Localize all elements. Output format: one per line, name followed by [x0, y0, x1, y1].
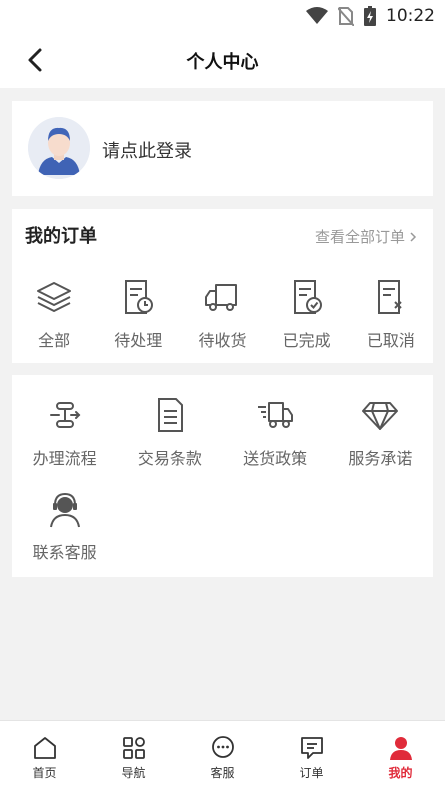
tab-label: 首页: [32, 766, 57, 780]
bottom-tab-bar: 首页 导航 客服 订单 我的: [0, 720, 445, 793]
profile-card[interactable]: 请点此登录: [12, 101, 433, 196]
grid-icon: [122, 737, 145, 759]
order-filter-cancelled[interactable]: 已取消: [349, 277, 433, 357]
tab-label: 订单: [299, 766, 324, 780]
order-filter-pending[interactable]: 待处理: [96, 277, 180, 357]
order-filter-label: 已取消: [366, 331, 415, 350]
document-clock-icon: [125, 280, 154, 314]
order-filter-to-receive[interactable]: 待收货: [180, 277, 264, 357]
chevron-right-icon: [410, 231, 417, 242]
order-filter-label: 待收货: [198, 331, 247, 350]
service-terms[interactable]: 交易条款: [117, 395, 222, 489]
service-contact[interactable]: 联系客服: [12, 489, 117, 583]
orders-card: 我的订单 查看全部订单 全部 待处理 待收货 已完成 已取消: [12, 209, 433, 363]
truck-icon: [205, 284, 238, 311]
layers-icon: [37, 282, 72, 312]
tab-home[interactable]: 首页: [0, 721, 89, 793]
tab-label: 导航: [121, 766, 146, 780]
document-cancel-icon: [377, 280, 402, 314]
avatar[interactable]: [28, 117, 90, 179]
flow-icon: [49, 402, 81, 428]
tab-label: 客服: [210, 766, 235, 780]
tab-customer-service[interactable]: 客服: [178, 721, 267, 793]
order-filter-label: 已完成: [282, 331, 331, 350]
page-header: 个人中心: [0, 32, 445, 88]
service-process[interactable]: 办理流程: [12, 395, 117, 489]
chat-icon: [211, 736, 234, 758]
status-time: 10:22: [386, 6, 435, 26]
view-all-orders-label: 查看全部订单: [314, 228, 405, 246]
default-avatar-icon: [28, 117, 90, 179]
tab-mine[interactable]: 我的: [356, 721, 445, 793]
status-bar: 10:22: [0, 0, 445, 32]
service-label: 交易条款: [137, 449, 202, 468]
home-icon: [33, 737, 56, 759]
order-filter-completed[interactable]: 已完成: [265, 277, 349, 357]
service-delivery[interactable]: 送货政策: [223, 395, 328, 489]
order-filter-label: 全部: [38, 331, 71, 350]
delivery-truck-icon: [258, 402, 294, 428]
wifi-icon: [306, 7, 328, 24]
service-label: 服务承诺: [348, 449, 413, 468]
no-sim-icon: [338, 7, 354, 26]
services-card: 办理流程 交易条款 送货政策 服务承诺 联系客服: [12, 375, 433, 577]
document-icon: [157, 398, 183, 432]
customer-service-icon: [49, 492, 80, 528]
view-all-orders-link[interactable]: 查看全部订单: [315, 226, 417, 247]
service-label: 办理流程: [32, 449, 97, 468]
page-title: 个人中心: [186, 52, 259, 73]
service-promise[interactable]: 服务承诺: [328, 395, 433, 489]
user-icon: [389, 737, 412, 760]
service-label: 送货政策: [243, 449, 308, 468]
battery-charging-icon: [364, 6, 376, 26]
order-message-icon: [300, 737, 323, 759]
order-filter-label: 待处理: [114, 331, 163, 350]
service-label: 联系客服: [32, 543, 97, 562]
tab-orders[interactable]: 订单: [267, 721, 356, 793]
tab-label: 我的: [388, 766, 413, 780]
login-prompt[interactable]: 请点此登录: [102, 137, 192, 163]
document-check-icon: [293, 280, 322, 314]
tab-navigation[interactable]: 导航: [89, 721, 178, 793]
order-filter-all[interactable]: 全部: [12, 277, 96, 357]
diamond-icon: [362, 402, 399, 430]
orders-title: 我的订单: [25, 226, 97, 247]
